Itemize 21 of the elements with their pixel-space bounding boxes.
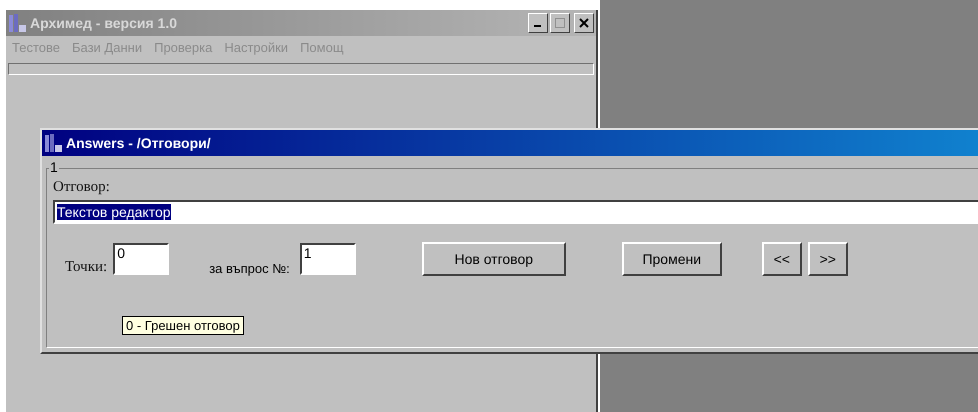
tooltip: 0 - Грешен отговор [122, 316, 244, 335]
group-label: 1 [49, 159, 59, 175]
answer-label: Отговор: [53, 179, 111, 196]
answer-field[interactable]: Текстов редактор [53, 200, 978, 224]
maximize-button[interactable] [550, 13, 570, 33]
question-field[interactable]: 1 [300, 243, 356, 275]
maximize-icon [555, 18, 565, 28]
points-field[interactable]: 0 [113, 243, 170, 275]
window-title: Answers - /Отговори/ [66, 135, 212, 151]
app-icon [8, 13, 28, 33]
nav-button[interactable]: << [762, 242, 802, 276]
app-icon [44, 133, 64, 153]
close-button[interactable] [574, 13, 594, 33]
dialog-button[interactable]: Промени [622, 242, 722, 276]
dialog-button[interactable]: Нов отговор [422, 242, 566, 276]
minimize-button[interactable] [528, 13, 548, 33]
nav-button[interactable]: >> [808, 242, 848, 276]
window-title: Архимед - версия 1.0 [30, 15, 178, 31]
close-icon [579, 18, 589, 28]
points-label: Точки: [65, 259, 108, 276]
question-label: за въпрос №: [209, 261, 290, 276]
